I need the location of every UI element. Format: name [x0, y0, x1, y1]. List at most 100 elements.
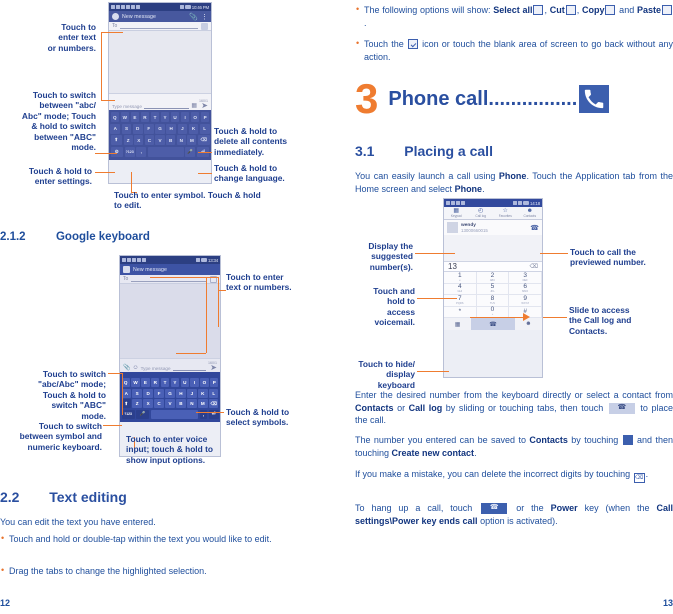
key-e[interactable]: E	[141, 378, 150, 387]
tab-keypad[interactable]: ▦ Keypad	[444, 207, 469, 219]
number-display-field[interactable]: 13 ⌫	[444, 261, 542, 272]
key-d[interactable]: D	[132, 123, 143, 134]
key-t[interactable]: T	[160, 378, 170, 387]
compose-placeholder[interactable]: Type message	[112, 104, 142, 109]
key-p[interactable]: P	[200, 112, 210, 122]
key-i[interactable]: I	[190, 378, 199, 387]
send-icon[interactable]: ➤	[210, 364, 217, 372]
key-s[interactable]: S	[121, 123, 132, 134]
key-o[interactable]: O	[200, 378, 209, 387]
tab-favorites[interactable]: ☆ Favorites	[493, 207, 518, 219]
dial-key-4[interactable]: 4 GHI	[444, 283, 477, 295]
key-r[interactable]: R	[140, 112, 150, 122]
symbol-key[interactable]: ?123	[124, 146, 135, 157]
tab-contacts[interactable]: ☻ Contacts	[518, 207, 543, 219]
space-key[interactable]	[150, 409, 198, 419]
key-k[interactable]: K	[188, 123, 199, 134]
dial-key-3[interactable]: 3 DEF	[509, 272, 542, 284]
compose-input-line[interactable]	[143, 108, 190, 109]
compose-placeholder[interactable]: Type message	[141, 366, 171, 371]
key-h[interactable]: H	[176, 388, 186, 398]
suggested-contact-row[interactable]: wendy 13000660015 ☎	[444, 220, 542, 235]
key-c[interactable]: C	[144, 135, 154, 145]
key-n[interactable]: N	[176, 135, 186, 145]
status-icon-mail	[137, 258, 141, 262]
overflow-menu-icon[interactable]: ⋮	[201, 13, 208, 21]
key-j[interactable]: J	[187, 388, 197, 398]
emoji-icon[interactable]: ☺	[132, 365, 138, 371]
status-icons-right: 14:18	[513, 201, 540, 206]
key-w[interactable]: W	[120, 112, 130, 122]
key-r[interactable]: R	[151, 378, 160, 387]
key-z[interactable]: Z	[132, 399, 142, 408]
key-g[interactable]: G	[155, 123, 165, 134]
status-icons-left	[446, 201, 465, 205]
shift-key-icon[interactable]: ⬆	[110, 135, 123, 145]
backspace-key-icon[interactable]: ⌫	[209, 399, 219, 408]
key-k[interactable]: K	[198, 388, 208, 398]
key-e[interactable]: E	[130, 112, 140, 122]
backspace-key-icon[interactable]: ⌫	[197, 135, 210, 145]
key-l[interactable]: L	[199, 123, 210, 134]
key-c[interactable]: C	[154, 399, 164, 408]
key-d[interactable]: D	[143, 388, 153, 398]
dial-key-6[interactable]: 6 MNO	[509, 283, 542, 295]
add-contact-icon[interactable]	[201, 22, 208, 30]
key-w[interactable]: W	[131, 378, 140, 387]
key-u[interactable]: U	[180, 378, 189, 387]
mic-key-icon[interactable]: 🎤	[136, 409, 150, 419]
dial-key-8[interactable]: 8 TUV	[476, 295, 510, 307]
period-comma-key[interactable]: ,	[199, 409, 208, 419]
key-x[interactable]: X	[143, 399, 153, 408]
key-h[interactable]: H	[166, 123, 177, 134]
key-z[interactable]: Z	[123, 135, 133, 145]
key-m[interactable]: M	[187, 135, 197, 145]
key-f[interactable]: F	[154, 388, 164, 398]
key-v[interactable]: V	[165, 399, 175, 408]
key-p[interactable]: P	[210, 378, 219, 387]
tab-call-log[interactable]: ◴ Call log	[469, 207, 494, 219]
key-j[interactable]: J	[177, 123, 188, 134]
settings-key-icon[interactable]: ⚙	[110, 146, 124, 157]
send-icon[interactable]: ➤	[201, 102, 208, 110]
key-s[interactable]: S	[132, 388, 142, 398]
attach-media-icon[interactable]: ▦	[191, 102, 197, 109]
key-q[interactable]: Q	[110, 112, 120, 122]
dial-key-9[interactable]: 9 WXYZ	[509, 295, 542, 307]
key-g[interactable]: G	[165, 388, 175, 398]
key-u[interactable]: U	[170, 112, 180, 122]
hide-keyboard-icon[interactable]: ▦	[444, 318, 471, 330]
symbol-numeric-key[interactable]: ?123	[121, 409, 135, 419]
dial-key-2[interactable]: 2 ABC	[476, 272, 510, 284]
space-key[interactable]	[147, 146, 184, 157]
key-o[interactable]: O	[190, 112, 200, 122]
key-b[interactable]: B	[166, 135, 176, 145]
copy-icon	[605, 5, 616, 15]
key-y[interactable]: Y	[170, 378, 180, 387]
attach-icon[interactable]: 📎	[123, 364, 130, 371]
key-l[interactable]: L	[209, 388, 219, 398]
call-button[interactable]: ☎	[471, 318, 515, 330]
key-x[interactable]: X	[134, 135, 144, 145]
recipient-row[interactable]: To	[109, 22, 211, 31]
dial-key-1[interactable]: 1 ∞	[444, 272, 477, 284]
mic-key-icon[interactable]: 🎤	[185, 146, 196, 157]
recipient-input[interactable]	[120, 23, 198, 29]
dial-key-7[interactable]: 7 PQRS	[444, 295, 477, 307]
key-y[interactable]: Y	[160, 112, 170, 122]
comma-key[interactable]: ,	[136, 146, 147, 157]
attach-icon[interactable]: 📎	[189, 13, 198, 21]
compose-input-line[interactable]	[172, 370, 206, 371]
key-f[interactable]: F	[144, 123, 154, 134]
call-preview-icon[interactable]: ☎	[530, 224, 539, 232]
key-m[interactable]: M	[198, 399, 208, 408]
key-t[interactable]: T	[150, 112, 160, 122]
dial-key-5[interactable]: 5 JKL	[476, 283, 510, 295]
key-i[interactable]: I	[180, 112, 190, 122]
enter-key-icon[interactable]: ⏎	[208, 409, 219, 419]
key-v[interactable]: V	[155, 135, 165, 145]
key-b[interactable]: B	[176, 399, 186, 408]
key-n[interactable]: N	[187, 399, 197, 408]
key-a[interactable]: A	[110, 123, 121, 134]
backspace-icon[interactable]: ⌫	[530, 263, 538, 270]
